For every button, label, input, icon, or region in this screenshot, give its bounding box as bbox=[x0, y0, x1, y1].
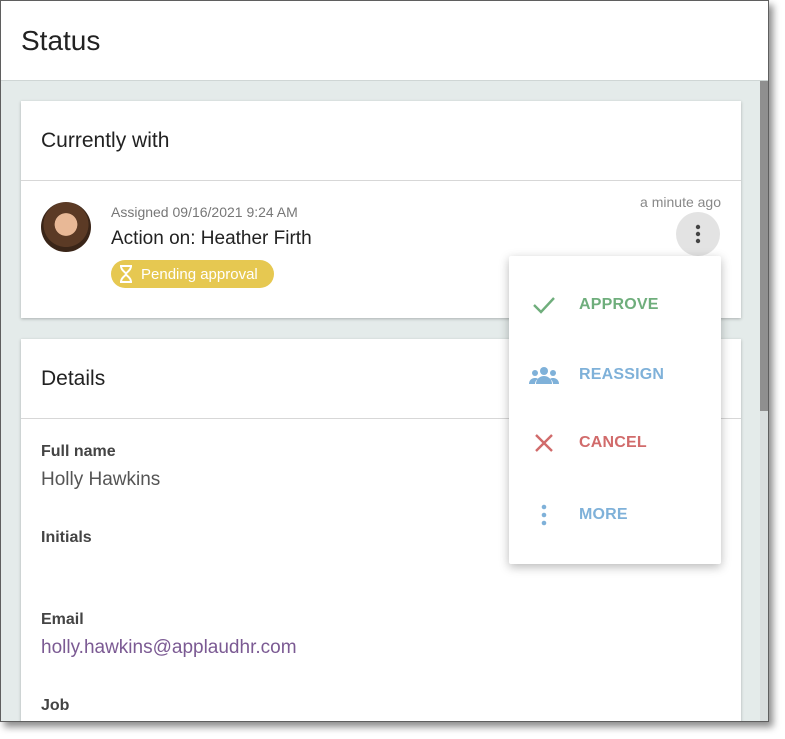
details-title: Details bbox=[41, 367, 106, 390]
status-badge-label: Pending approval bbox=[141, 265, 258, 283]
email-label: Email bbox=[41, 611, 84, 628]
more-options-button[interactable] bbox=[676, 212, 720, 256]
close-icon bbox=[509, 433, 579, 453]
more-menu-item[interactable]: MORE bbox=[509, 485, 721, 545]
reassign-menu-item[interactable]: REASSIGN bbox=[509, 345, 721, 405]
email-link[interactable]: holly.hawkins@applaudhr.com bbox=[41, 637, 297, 659]
status-badge: Pending approval bbox=[111, 260, 274, 288]
approve-label: APPROVE bbox=[579, 296, 659, 313]
assigned-date: Assigned 09/16/2021 9:24 AM bbox=[111, 204, 298, 220]
hourglass-icon bbox=[119, 265, 133, 283]
window-title: Status bbox=[21, 25, 101, 56]
more-vertical-icon bbox=[509, 504, 579, 526]
avatar bbox=[41, 202, 91, 252]
check-icon bbox=[509, 295, 579, 315]
kebab-icon bbox=[695, 224, 701, 244]
currently-with-header: Currently with bbox=[21, 101, 741, 181]
full-name-label: Full name bbox=[41, 443, 116, 460]
scrollbar[interactable] bbox=[760, 81, 768, 721]
actions-menu: APPROVE REASSIGN CANCEL MORE bbox=[509, 256, 721, 564]
more-label: MORE bbox=[579, 506, 628, 523]
timestamp: a minute ago bbox=[640, 194, 721, 210]
action-on-text: Action on: Heather Firth bbox=[111, 228, 312, 249]
scrollbar-thumb[interactable] bbox=[760, 81, 768, 411]
currently-with-title: Currently with bbox=[41, 129, 170, 152]
group-icon bbox=[509, 365, 579, 385]
title-bar: Status bbox=[1, 1, 768, 81]
approve-menu-item[interactable]: APPROVE bbox=[509, 275, 721, 335]
cancel-label: CANCEL bbox=[579, 434, 647, 451]
full-name-value: Holly Hawkins bbox=[41, 469, 161, 490]
reassign-label: REASSIGN bbox=[579, 366, 665, 383]
job-label: Job bbox=[41, 697, 70, 714]
cancel-menu-item[interactable]: CANCEL bbox=[509, 413, 721, 473]
initials-label: Initials bbox=[41, 529, 92, 546]
